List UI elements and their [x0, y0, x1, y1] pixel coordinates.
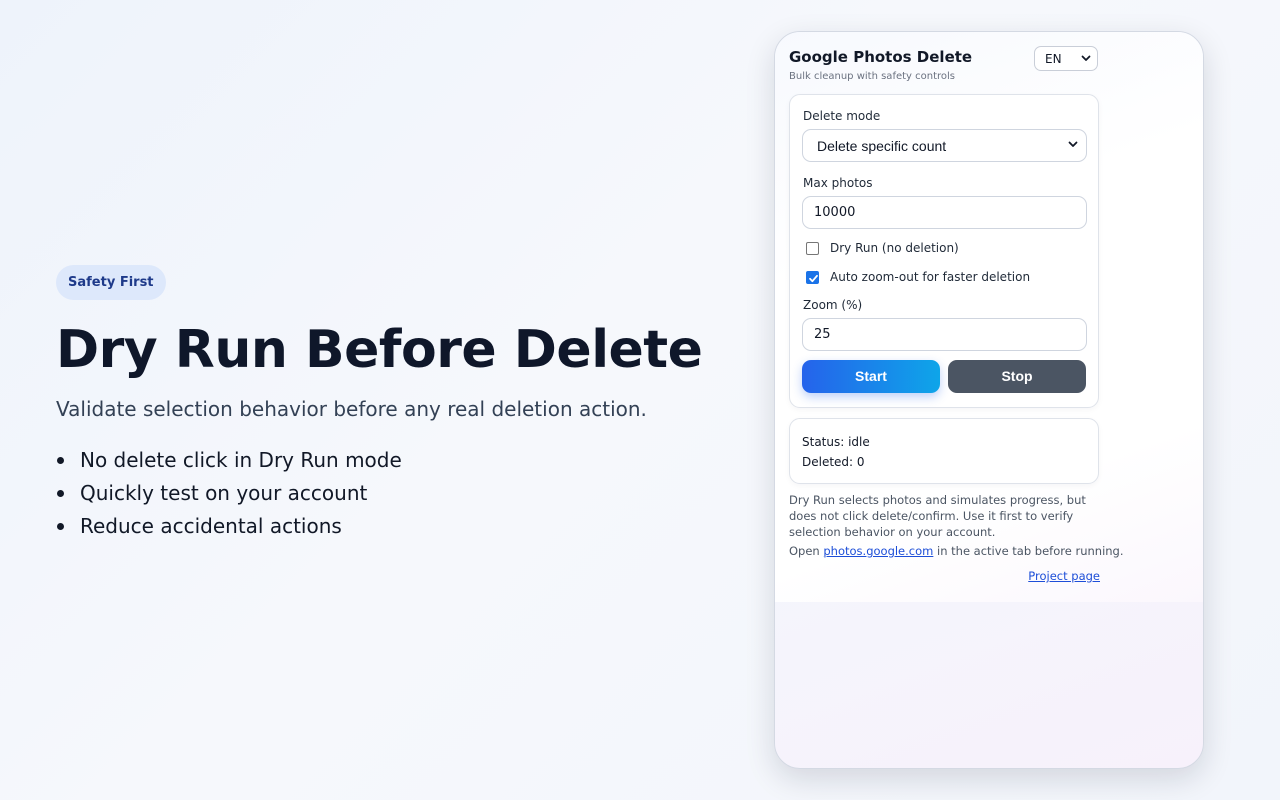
feature-text: Reduce accidental actions: [80, 514, 342, 538]
hero-subtitle: Validate selection behavior before any r…: [56, 397, 647, 421]
device-frame: Google Photos Delete Bulk cleanup with s…: [774, 31, 1204, 769]
language-value: EN: [1045, 52, 1062, 66]
zoom-label: Zoom (%): [803, 298, 863, 312]
feature-text: Quickly test on your account: [80, 481, 368, 505]
settings-card: Delete mode Delete specific count Max ph…: [789, 94, 1099, 408]
hero-section: Safety First Dry Run Before Delete Valid…: [56, 265, 703, 543]
max-photos-input[interactable]: 10000: [802, 196, 1087, 229]
delete-mode-select[interactable]: Delete specific count: [802, 129, 1087, 162]
check-icon: [809, 274, 818, 283]
open-suffix: in the active tab before running.: [937, 544, 1124, 558]
zoom-value: 25: [814, 327, 831, 342]
start-button[interactable]: Start: [802, 360, 940, 393]
feature-item: No delete click in Dry Run mode: [56, 444, 696, 477]
safety-badge: Safety First: [56, 265, 166, 300]
auto-zoom-checkbox[interactable]: [806, 271, 819, 284]
feature-text: No delete click in Dry Run mode: [80, 448, 402, 472]
delete-mode-value: Delete specific count: [817, 138, 947, 154]
status-text: Status: idle: [802, 435, 870, 449]
hero-title: Dry Run Before Delete: [56, 320, 703, 380]
popup-subtitle: Bulk cleanup with safety controls: [789, 71, 956, 82]
open-prefix: Open: [789, 544, 820, 558]
bullet-icon: [57, 523, 64, 530]
deleted-count: Deleted: 0: [802, 455, 865, 469]
popup-title: Google Photos Delete: [789, 48, 973, 66]
status-card: Status: idle Deleted: 0: [789, 418, 1099, 484]
feature-item: Reduce accidental actions: [56, 510, 696, 543]
max-photos-label: Max photos: [803, 176, 873, 190]
feature-item: Quickly test on your account: [56, 477, 696, 510]
bullet-icon: [57, 457, 64, 464]
max-photos-value: 10000: [814, 205, 856, 220]
dry-run-label: Dry Run (no deletion): [830, 241, 959, 255]
open-instruction: Open photos.google.com in the active tab…: [789, 544, 1124, 558]
bullet-icon: [57, 490, 64, 497]
stop-button[interactable]: Stop: [948, 360, 1086, 393]
language-select[interactable]: EN: [1034, 46, 1098, 71]
zoom-input[interactable]: 25: [802, 318, 1087, 351]
chevron-down-icon: [1068, 138, 1078, 152]
project-page-link[interactable]: Project page: [1028, 569, 1100, 583]
photos-link[interactable]: photos.google.com: [823, 544, 933, 558]
dry-run-checkbox[interactable]: [806, 242, 819, 255]
dry-run-note: Dry Run selects photos and simulates pro…: [789, 493, 1086, 539]
extension-popup: Google Photos Delete Bulk cleanup with s…: [775, 32, 1203, 602]
auto-zoom-label: Auto zoom-out for faster deletion: [830, 270, 1031, 284]
chevron-down-icon: [1081, 52, 1091, 66]
feature-list: No delete click in Dry Run mode Quickly …: [56, 444, 696, 543]
delete-mode-label: Delete mode: [803, 109, 881, 123]
